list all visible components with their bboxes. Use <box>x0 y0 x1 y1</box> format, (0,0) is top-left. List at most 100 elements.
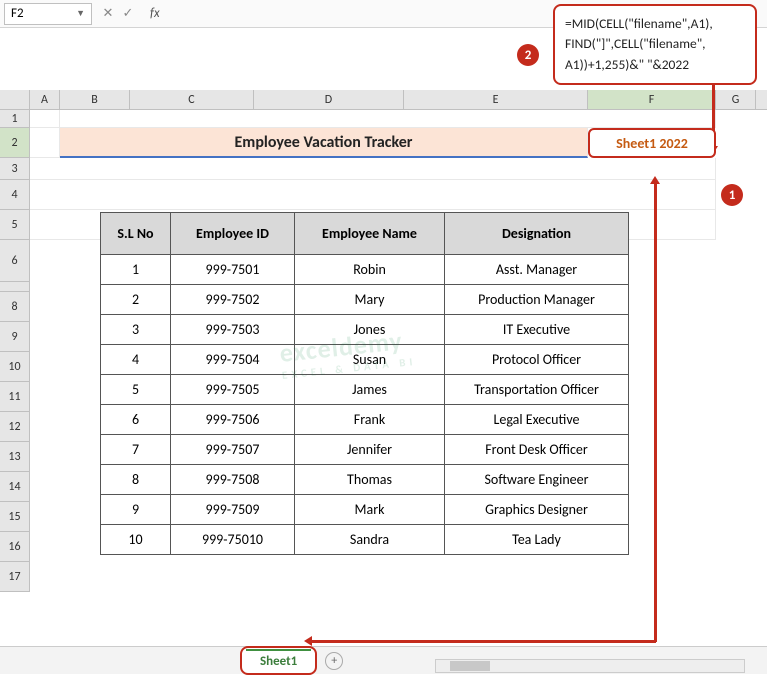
table-cell-des[interactable]: Legal Executive <box>445 405 629 435</box>
add-sheet-button[interactable]: + <box>325 652 343 670</box>
row-header-16[interactable]: 16 <box>0 532 30 562</box>
table-cell-eid[interactable]: 999-7503 <box>171 315 295 345</box>
th-name[interactable]: Employee Name <box>295 213 445 255</box>
cell-range-row4[interactable] <box>30 180 716 210</box>
table-cell-eid[interactable]: 999-7506 <box>171 405 295 435</box>
col-header-F[interactable]: F <box>588 90 716 109</box>
table-cell-sl[interactable]: 6 <box>101 405 171 435</box>
title-cell[interactable]: Employee Vacation Tracker <box>60 128 588 158</box>
th-des[interactable]: Designation <box>445 213 629 255</box>
table-cell-name[interactable]: Sandra <box>295 525 445 555</box>
table-cell-eid[interactable]: 999-7502 <box>171 285 295 315</box>
table-cell-des[interactable]: Production Manager <box>445 285 629 315</box>
grid-row-2: Employee Vacation Tracker Sheet1 2022 <box>30 128 767 158</box>
table-cell-eid[interactable]: 999-7509 <box>171 495 295 525</box>
table-cell-eid[interactable]: 999-7505 <box>171 375 295 405</box>
table-cell-sl[interactable]: 1 <box>101 255 171 285</box>
row-header-12[interactable]: 12 <box>0 412 30 442</box>
table-row: 10999-75010SandraTea Lady <box>101 525 629 555</box>
row-header-10[interactable]: 10 <box>0 352 30 382</box>
table-cell-des[interactable]: Graphics Designer <box>445 495 629 525</box>
row-header-9[interactable]: 9 <box>0 322 30 352</box>
table-row: 2999-7502MaryProduction Manager <box>101 285 629 315</box>
table-row: 6999-7506FrankLegal Executive <box>101 405 629 435</box>
cell-A2[interactable] <box>30 128 60 158</box>
cancel-icon[interactable]: ✕ <box>100 6 116 21</box>
table-cell-des[interactable]: Asst. Manager <box>445 255 629 285</box>
table-cell-sl[interactable]: 10 <box>101 525 171 555</box>
col-header-A[interactable]: A <box>30 90 60 109</box>
table-cell-eid[interactable]: 999-7504 <box>171 345 295 375</box>
table-cell-sl[interactable]: 7 <box>101 435 171 465</box>
row-header-8[interactable]: 8 <box>0 292 30 322</box>
table-row: 9999-7509MarkGraphics Designer <box>101 495 629 525</box>
name-box-value: F2 <box>11 6 24 21</box>
table-cell-des[interactable]: IT Executive <box>445 315 629 345</box>
table-cell-name[interactable]: Mary <box>295 285 445 315</box>
table-cell-name[interactable]: Mark <box>295 495 445 525</box>
formula-callout: =MID(CELL("filename",A1), FIND("]",CELL(… <box>553 4 757 85</box>
table-cell-name[interactable]: Frank <box>295 405 445 435</box>
cell-A1[interactable] <box>30 110 60 128</box>
table-cell-name[interactable]: Jennifer <box>295 435 445 465</box>
sheet-tab[interactable]: Sheet1 <box>246 649 311 672</box>
row-header-11[interactable]: 11 <box>0 382 30 412</box>
table-cell-sl[interactable]: 4 <box>101 345 171 375</box>
row-header-7[interactable]: 7 <box>0 282 30 292</box>
row-header-5[interactable]: 5 <box>0 210 30 240</box>
table-cell-name[interactable]: Robin <box>295 255 445 285</box>
row-headers: 1 2 3 4 5 6 7 8 9 10 11 12 13 14 15 16 1… <box>0 110 30 592</box>
col-header-B[interactable]: B <box>60 90 130 109</box>
col-header-E[interactable]: E <box>404 90 588 109</box>
table-cell-eid[interactable]: 999-7501 <box>171 255 295 285</box>
table-cell-sl[interactable]: 9 <box>101 495 171 525</box>
name-box[interactable]: F2 ▼ <box>4 3 92 25</box>
table-cell-sl[interactable]: 5 <box>101 375 171 405</box>
table-cell-name[interactable]: James <box>295 375 445 405</box>
table-cell-sl[interactable]: 2 <box>101 285 171 315</box>
table-cell-sl[interactable]: 8 <box>101 465 171 495</box>
annotation-arrowhead-icon <box>304 636 312 646</box>
col-header-D[interactable]: D <box>254 90 404 109</box>
cell-range-B1[interactable] <box>60 110 716 128</box>
table-cell-name[interactable]: Thomas <box>295 465 445 495</box>
row-header-1[interactable]: 1 <box>0 110 30 128</box>
row-header-4[interactable]: 4 <box>0 180 30 210</box>
annotation-badge-1: 1 <box>721 184 743 206</box>
table-cell-des[interactable]: Front Desk Officer <box>445 435 629 465</box>
table-cell-des[interactable]: Transportation Officer <box>445 375 629 405</box>
row-header-6[interactable]: 6 <box>0 240 30 282</box>
table-cell-sl[interactable]: 3 <box>101 315 171 345</box>
th-eid[interactable]: Employee ID <box>171 213 295 255</box>
table-row: 1999-7501RobinAsst. Manager <box>101 255 629 285</box>
chevron-down-icon[interactable]: ▼ <box>76 8 85 19</box>
col-header-C[interactable]: C <box>130 90 254 109</box>
col-header-G[interactable]: G <box>716 90 756 109</box>
scrollbar-thumb[interactable] <box>450 661 490 671</box>
cell-range-row3[interactable] <box>30 158 716 180</box>
row-header-14[interactable]: 14 <box>0 472 30 502</box>
table-cell-name[interactable]: Susan <box>295 345 445 375</box>
table-cell-eid[interactable]: 999-7507 <box>171 435 295 465</box>
table-cell-des[interactable]: Protocol Officer <box>445 345 629 375</box>
horizontal-scrollbar[interactable] <box>435 659 745 673</box>
table-cell-eid[interactable]: 999-7508 <box>171 465 295 495</box>
row-header-3[interactable]: 3 <box>0 158 30 180</box>
sheet-tab-highlight: Sheet1 <box>240 646 317 675</box>
cell-F2[interactable]: Sheet1 2022 <box>588 128 716 158</box>
fx-icon[interactable]: fx <box>150 6 160 21</box>
confirm-icon[interactable]: ✓ <box>120 6 136 21</box>
table-cell-des[interactable]: Tea Lady <box>445 525 629 555</box>
row-header-13[interactable]: 13 <box>0 442 30 472</box>
row-header-17[interactable]: 17 <box>0 562 30 592</box>
th-sl[interactable]: S.L No <box>101 213 171 255</box>
table-row: 3999-7503JonesIT Executive <box>101 315 629 345</box>
table-cell-eid[interactable]: 999-75010 <box>171 525 295 555</box>
table-cell-name[interactable]: Jones <box>295 315 445 345</box>
row-header-2[interactable]: 2 <box>0 128 30 158</box>
select-all-corner[interactable] <box>0 90 30 109</box>
table-cell-des[interactable]: Software Engineer <box>445 465 629 495</box>
row-header-15[interactable]: 15 <box>0 502 30 532</box>
grid-area: 1 2 3 4 5 6 7 8 9 10 11 12 13 14 15 16 1… <box>0 110 767 240</box>
annotation-badge-2: 2 <box>517 44 539 66</box>
